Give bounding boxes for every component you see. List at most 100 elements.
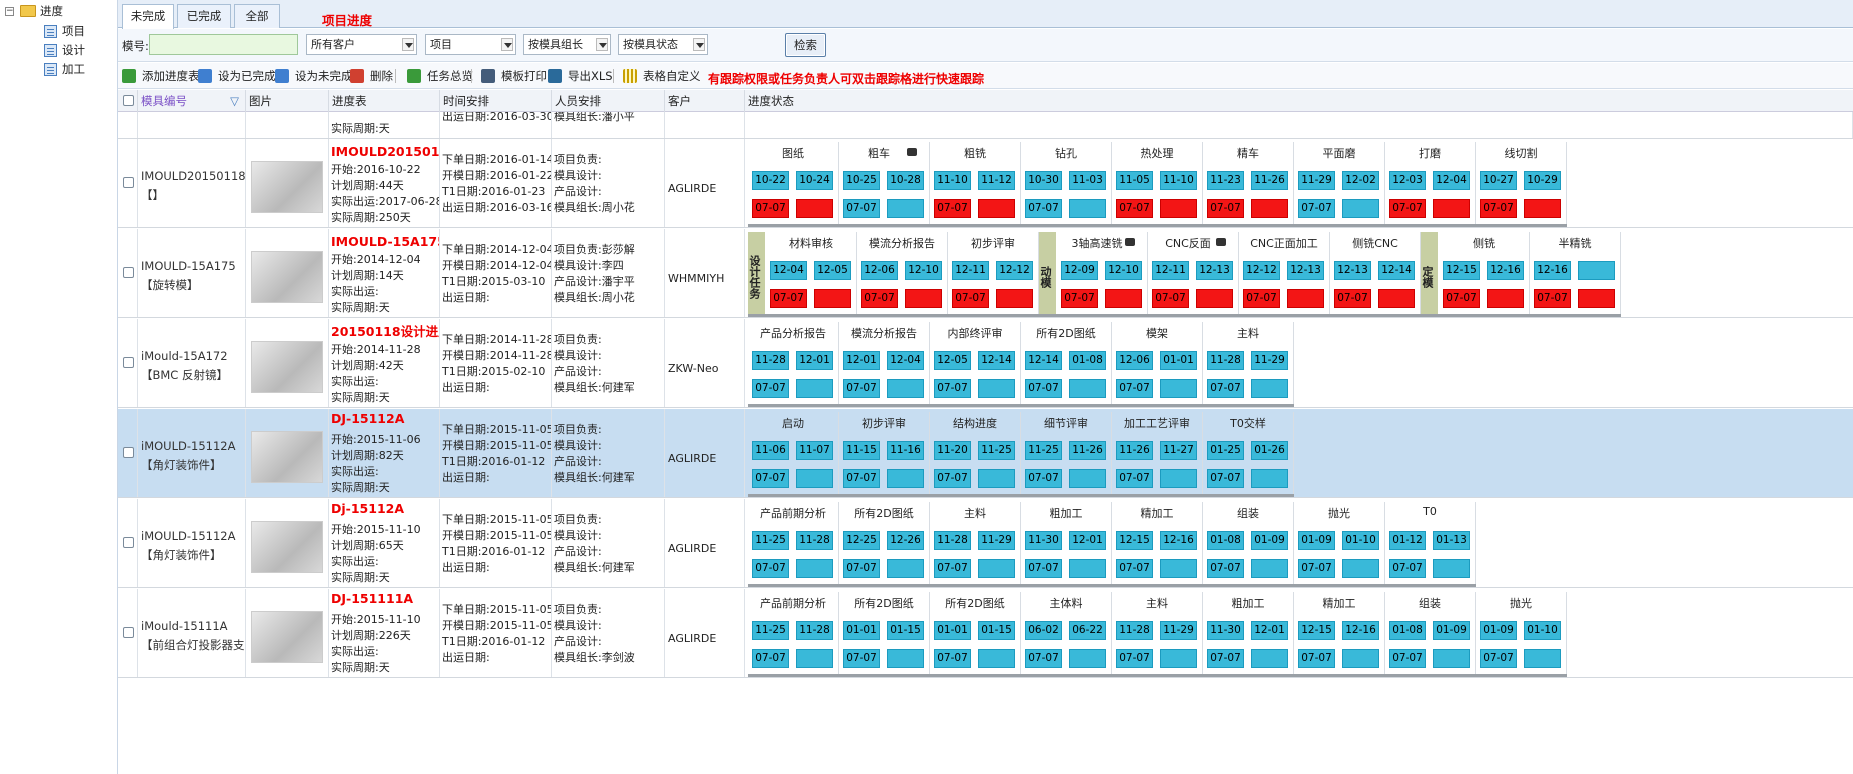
stage-actual-start[interactable]: 07-07 xyxy=(934,469,971,488)
stage-plan-end[interactable]: 10-28 xyxy=(887,171,924,190)
stage-plan-end[interactable]: 01-15 xyxy=(978,621,1015,640)
stage-plan-end[interactable]: 11-29 xyxy=(1251,351,1288,370)
stage-plan-start[interactable]: 01-08 xyxy=(1207,531,1244,550)
stage-actual-start[interactable]: 07-07 xyxy=(1389,649,1426,668)
stage-actual-start[interactable]: 07-07 xyxy=(1061,289,1098,308)
tree-item[interactable]: 项目 xyxy=(0,22,118,40)
stage-actual-start[interactable]: 07-07 xyxy=(1116,199,1153,218)
stage-actual-end[interactable] xyxy=(887,649,924,668)
stage-plan-start[interactable]: 01-01 xyxy=(934,621,971,640)
stage-actual-end[interactable] xyxy=(814,289,851,308)
stage-actual-start[interactable]: 07-07 xyxy=(752,199,789,218)
template-print-button[interactable]: 模板打印 xyxy=(481,68,547,84)
sort-desc-icon[interactable]: ▽ xyxy=(230,90,239,112)
stage-plan-start[interactable]: 12-16 xyxy=(1534,261,1571,280)
row-checkbox[interactable] xyxy=(123,627,134,638)
stage-plan-start[interactable]: 12-14 xyxy=(1025,351,1062,370)
export-xls-button[interactable]: 导出XLS xyxy=(548,68,613,84)
stage-actual-start[interactable]: 07-07 xyxy=(1207,199,1244,218)
stage-actual-end[interactable] xyxy=(1524,199,1561,218)
stage-actual-end[interactable] xyxy=(1251,199,1288,218)
stage-actual-start[interactable]: 07-07 xyxy=(1534,289,1571,308)
stage-plan-start[interactable]: 11-28 xyxy=(752,351,789,370)
stage-plan-start[interactable]: 12-06 xyxy=(861,261,898,280)
stage-plan-start[interactable]: 11-28 xyxy=(934,531,971,550)
mold-code[interactable]: iMOULD-15112A xyxy=(141,439,235,453)
progress-stage[interactable]: T0 01-12 01-13 07-07 xyxy=(1385,502,1476,586)
stage-actual-start[interactable]: 07-07 xyxy=(934,559,971,578)
stage-actual-end[interactable] xyxy=(1487,289,1524,308)
stage-actual-start[interactable]: 07-07 xyxy=(1116,559,1153,578)
stage-actual-start[interactable]: 07-07 xyxy=(1334,289,1371,308)
stage-plan-start[interactable]: 11-25 xyxy=(752,621,789,640)
product-thumbnail[interactable] xyxy=(251,431,323,483)
stage-actual-start[interactable]: 07-07 xyxy=(752,559,789,578)
stage-plan-end[interactable]: 11-28 xyxy=(796,621,833,640)
stage-actual-end[interactable] xyxy=(1069,199,1106,218)
progress-stage[interactable]: 粗加工 11-30 12-01 07-07 xyxy=(1021,502,1112,586)
progress-stage[interactable]: T0交样 01-25 01-26 07-07 xyxy=(1203,412,1294,496)
progress-stage[interactable]: 内部终评审 12-05 12-14 07-07 xyxy=(930,322,1021,406)
row-checkbox[interactable] xyxy=(123,447,134,458)
project-title[interactable]: IMOULD-15A175项目 xyxy=(331,231,439,250)
product-thumbnail[interactable] xyxy=(251,251,323,303)
stage-plan-start[interactable]: 12-01 xyxy=(843,351,880,370)
stage-actual-start[interactable]: 07-07 xyxy=(752,469,789,488)
stage-actual-start[interactable]: 07-07 xyxy=(1207,469,1244,488)
stage-plan-end[interactable]: 11-27 xyxy=(1160,441,1197,460)
progress-stage[interactable]: 所有2D图纸 12-14 01-08 07-07 xyxy=(1021,322,1112,406)
stage-plan-end[interactable]: 12-04 xyxy=(1433,171,1470,190)
progress-stage[interactable]: 抛光 01-09 01-10 07-07 xyxy=(1294,502,1385,586)
stage-actual-start[interactable]: 07-07 xyxy=(1025,559,1062,578)
project-title[interactable]: Dj-15112A xyxy=(331,501,404,516)
stage-plan-start[interactable]: 11-25 xyxy=(1025,441,1062,460)
progress-stage[interactable]: 模流分析报告 12-01 12-04 07-07 xyxy=(839,322,930,406)
stage-plan-end[interactable]: 12-14 xyxy=(978,351,1015,370)
stage-plan-end[interactable]: 12-10 xyxy=(1105,261,1142,280)
tree-root[interactable]: − 进度 xyxy=(0,2,118,20)
stage-plan-end[interactable]: 10-29 xyxy=(1524,171,1561,190)
stage-plan-start[interactable]: 12-15 xyxy=(1116,531,1153,550)
stage-actual-end[interactable] xyxy=(1160,649,1197,668)
stage-plan-end[interactable]: 12-02 xyxy=(1342,171,1379,190)
progress-stage[interactable]: 主料 11-28 11-29 07-07 xyxy=(1203,322,1294,406)
stage-actual-end[interactable] xyxy=(1251,379,1288,398)
stage-actual-end[interactable] xyxy=(887,559,924,578)
product-thumbnail[interactable] xyxy=(251,161,323,213)
progress-stage[interactable]: 加工工艺评审 11-26 11-27 07-07 xyxy=(1112,412,1203,496)
stage-actual-start[interactable]: 07-07 xyxy=(934,649,971,668)
stage-plan-start[interactable]: 11-29 xyxy=(1298,171,1335,190)
progress-stage[interactable]: 所有2D图纸 01-01 01-15 07-07 xyxy=(930,592,1021,676)
row-checkbox[interactable] xyxy=(123,357,134,368)
stage-actual-start[interactable]: 07-07 xyxy=(1025,199,1062,218)
stage-actual-end[interactable] xyxy=(796,649,833,668)
stage-plan-end[interactable]: 11-29 xyxy=(978,531,1015,550)
stage-actual-end[interactable] xyxy=(887,379,924,398)
stage-actual-start[interactable]: 07-07 xyxy=(1025,649,1062,668)
stage-plan-end[interactable]: 11-29 xyxy=(1160,621,1197,640)
product-thumbnail[interactable] xyxy=(251,341,323,393)
stage-plan-end[interactable]: 01-13 xyxy=(1433,531,1470,550)
stage-actual-start[interactable]: 07-07 xyxy=(843,559,880,578)
stage-actual-end[interactable] xyxy=(1433,649,1470,668)
row-checkbox[interactable] xyxy=(123,267,134,278)
stage-actual-end[interactable] xyxy=(1069,379,1106,398)
stage-plan-end[interactable]: 11-26 xyxy=(1251,171,1288,190)
stage-plan-start[interactable]: 11-30 xyxy=(1207,621,1244,640)
stage-plan-start[interactable]: 12-11 xyxy=(952,261,989,280)
stage-plan-start[interactable]: 11-26 xyxy=(1116,441,1153,460)
customer-select[interactable]: 所有客户 xyxy=(306,34,417,55)
stage-actual-end[interactable] xyxy=(1196,289,1233,308)
stage-plan-end[interactable]: 12-05 xyxy=(814,261,851,280)
stage-actual-end[interactable] xyxy=(1160,379,1197,398)
stage-actual-end[interactable] xyxy=(796,199,833,218)
stage-actual-end[interactable] xyxy=(1069,469,1106,488)
tab-finished[interactable]: 已完成 xyxy=(177,4,231,28)
stage-actual-start[interactable]: 07-07 xyxy=(1116,469,1153,488)
table-row[interactable]: iMOULD-15112A 【角灯装饰件】 DJ-15112A 开始:2015-11-… xyxy=(118,409,1853,498)
product-thumbnail[interactable] xyxy=(251,521,323,573)
progress-stage[interactable]: 初步评审 11-15 11-16 07-07 xyxy=(839,412,930,496)
progress-stage[interactable]: 细节评审 11-25 11-26 07-07 xyxy=(1021,412,1112,496)
task-overview-button[interactable]: 任务总览 xyxy=(407,68,473,84)
stage-actual-end[interactable] xyxy=(1578,289,1615,308)
